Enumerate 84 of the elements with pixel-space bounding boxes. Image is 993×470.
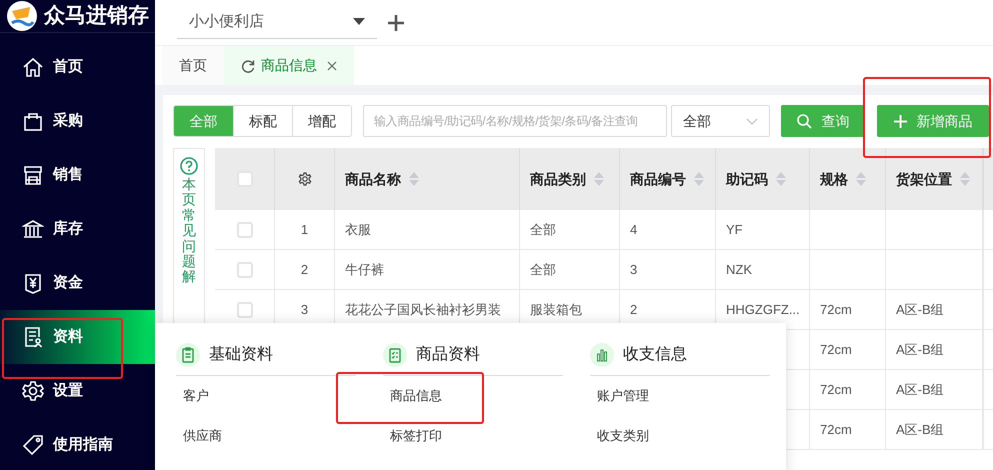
yen-icon — [22, 272, 44, 294]
column-header[interactable]: 商品类别 — [520, 148, 620, 210]
table-cell-text: 2 — [630, 300, 638, 319]
menu-item[interactable]: 账户管理 — [590, 376, 770, 416]
table-cell-text: HHGZGFZ... — [726, 300, 800, 319]
menu-item[interactable]: 标签打印 — [383, 416, 563, 456]
checklist-icon — [383, 343, 407, 367]
add-icon[interactable] — [387, 14, 405, 32]
home-icon — [22, 56, 44, 78]
table-cell-text: 牛仔裤 — [345, 260, 384, 279]
menu-item[interactable]: 供应商 — [176, 416, 356, 456]
menu-item[interactable]: 客户 — [176, 376, 356, 416]
tab[interactable]: 商品信息 — [224, 46, 354, 85]
category-select[interactable]: 全部 — [671, 105, 770, 137]
help-icon — [180, 157, 198, 175]
sidebar-item[interactable]: 使用指南 — [0, 418, 155, 470]
menu-group-title: 基础资料 — [209, 344, 273, 365]
sidebar-item[interactable]: 设置 — [0, 364, 155, 418]
settings-icon — [298, 172, 312, 186]
table-cell-text: 3 — [630, 260, 638, 279]
table-cell-text: A区-B组 — [896, 340, 944, 359]
checkbox[interactable] — [236, 302, 252, 318]
sidebar-item[interactable]: 资料 — [0, 310, 155, 364]
table-cell-text: A区-B组 — [896, 380, 944, 399]
sidebar-item[interactable]: 销售 — [0, 148, 155, 202]
column-header[interactable]: 助记码 — [716, 148, 810, 210]
sort-icon — [694, 171, 704, 187]
sort-icon — [776, 171, 786, 187]
table-cell-text: 72cm — [820, 380, 852, 399]
logo-icon — [6, 0, 38, 32]
document-icon — [22, 326, 44, 348]
filter-segment[interactable]: 增配 — [292, 106, 351, 136]
plus-icon — [894, 114, 906, 128]
settings-icon — [22, 380, 44, 402]
column-header[interactable]: 商品名称 — [335, 148, 520, 210]
table-cell-text: 72cm — [820, 420, 852, 439]
caret-icon — [353, 18, 365, 26]
checkbox[interactable] — [236, 222, 252, 238]
tag-icon — [22, 434, 44, 456]
checkbox[interactable] — [236, 171, 252, 187]
sidebar-item[interactable]: 采购 — [0, 94, 155, 148]
table-cell-text: NZK — [726, 260, 752, 279]
table-cell-text: 全部 — [530, 220, 556, 239]
logo-text: 众马进销存 — [44, 3, 149, 30]
sort-icon — [594, 171, 604, 187]
table-cell-text: YF — [726, 220, 743, 239]
table-cell-text: A区-B组 — [896, 300, 944, 319]
storefront-icon — [22, 164, 44, 186]
store-select[interactable]: 小小便利店 — [177, 6, 377, 39]
search-icon — [796, 114, 812, 128]
clipboard-icon — [176, 343, 200, 367]
bar-chart-icon — [590, 343, 614, 367]
bag-icon — [22, 110, 44, 132]
table-cell-text: 花花公子国风长袖衬衫男装 — [345, 300, 501, 319]
search-field[interactable]: 输入商品编号/助记码/名称/规格/货架/条码/备注查询 — [363, 105, 667, 137]
table-cell-text: A区-B组 — [896, 420, 944, 439]
sort-icon — [856, 171, 866, 187]
row-number: 3 — [300, 300, 308, 319]
sort-icon — [960, 171, 970, 187]
table-cell-text: 衣服 — [345, 220, 371, 239]
row-number: 1 — [300, 220, 308, 239]
sort-icon — [409, 171, 419, 187]
menu-item[interactable]: 商品信息 — [383, 376, 563, 416]
column-header[interactable]: 货架位置 — [886, 148, 983, 210]
table-cell-text: 服装箱包 — [530, 300, 582, 319]
close-icon[interactable] — [327, 60, 337, 70]
menu-item[interactable]: 收支类别 — [590, 416, 770, 456]
table-cell-text: 72cm — [820, 300, 852, 319]
menu-group-title: 商品资料 — [416, 344, 480, 365]
sidebar-item[interactable]: 首页 — [0, 40, 155, 94]
table-cell-text: 4 — [630, 220, 638, 239]
sidebar-item[interactable]: 库存 — [0, 202, 155, 256]
bank-icon — [22, 218, 44, 240]
menu-group-title: 收支信息 — [623, 344, 687, 365]
tab[interactable]: 首页 — [162, 46, 224, 85]
table-cell-text: 72cm — [820, 340, 852, 359]
sidebar-item[interactable]: 资金 — [0, 256, 155, 310]
row-number: 2 — [300, 260, 308, 279]
refresh-icon — [241, 58, 255, 72]
table-cell-text: 全部 — [530, 260, 556, 279]
checkbox[interactable] — [236, 262, 252, 278]
chevron-down-icon — [746, 118, 758, 124]
column-header[interactable]: 规格 — [810, 148, 886, 210]
column-header[interactable]: 商品编号 — [620, 148, 716, 210]
